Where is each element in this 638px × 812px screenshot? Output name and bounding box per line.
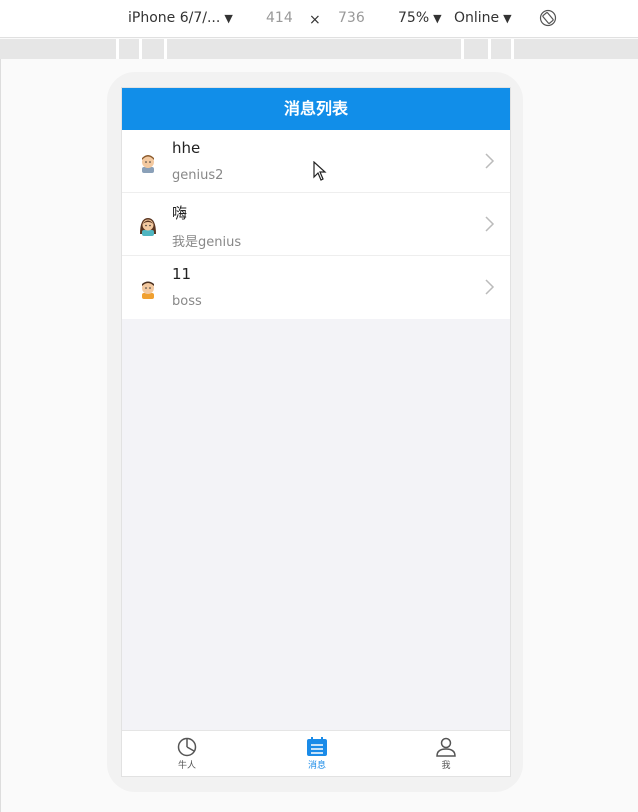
list-item[interactable]: 11 boss xyxy=(122,256,510,319)
divider xyxy=(0,59,1,812)
sender-name: hhe xyxy=(172,139,201,157)
zoom-label: 75% xyxy=(398,10,430,26)
devtools-toolbar: iPhone 6/7/... ▼ 414 × 736 75% ▼ Online ▼ xyxy=(0,0,638,38)
network-select[interactable]: Online ▼ xyxy=(454,10,512,26)
user-icon xyxy=(436,737,456,757)
sender-subtitle: 我是genius xyxy=(172,235,242,250)
network-label: Online xyxy=(454,10,500,26)
chevron-right-icon xyxy=(485,279,495,295)
list-item[interactable]: 嗨 我是genius xyxy=(122,193,510,256)
width-input[interactable]: 414 xyxy=(266,10,293,26)
sender-name: 11 xyxy=(172,265,192,283)
chevron-down-icon: ▼ xyxy=(433,12,442,25)
tab-me[interactable]: 我 xyxy=(421,737,471,771)
media-query-ruler xyxy=(0,39,638,59)
message-list: hhe genius2 嗨 我是genius 11 boss xyxy=(122,130,510,319)
message-list-icon xyxy=(307,737,327,756)
device-label: iPhone 6/7/... xyxy=(128,10,221,26)
rotate-icon[interactable] xyxy=(539,9,557,31)
dimension-separator: × xyxy=(309,12,321,28)
tab-label: 牛人 xyxy=(177,761,196,771)
woman-avatar-icon xyxy=(140,218,156,236)
man-avatar-icon xyxy=(142,155,154,173)
height-input[interactable]: 736 xyxy=(338,10,365,26)
chevron-right-icon xyxy=(485,216,495,232)
mouse-cursor-icon xyxy=(313,161,327,181)
sender-name: 嗨 xyxy=(172,204,188,222)
tab-messages[interactable]: 消息 xyxy=(292,737,342,771)
sender-subtitle: genius2 xyxy=(172,168,224,183)
zoom-select[interactable]: 75% ▼ xyxy=(398,10,442,26)
tab-label: 我 xyxy=(441,761,451,771)
sender-subtitle: boss xyxy=(172,294,202,309)
tab-bar: 牛人 消息 我 xyxy=(122,730,510,776)
device-screen: 消息列表 hhe genius2 嗨 我是genius 11 boss 牛人 消… xyxy=(121,87,511,777)
chevron-down-icon: ▼ xyxy=(503,12,512,25)
page-title: 消息列表 xyxy=(122,88,510,130)
chevron-down-icon: ▼ xyxy=(224,12,233,25)
pie-chart-icon xyxy=(177,737,197,757)
device-select[interactable]: iPhone 6/7/... ▼ xyxy=(128,10,233,26)
chevron-right-icon xyxy=(485,153,495,169)
tab-talents[interactable]: 牛人 xyxy=(162,737,212,771)
man-avatar-icon xyxy=(142,281,154,299)
tab-label: 消息 xyxy=(307,761,326,771)
